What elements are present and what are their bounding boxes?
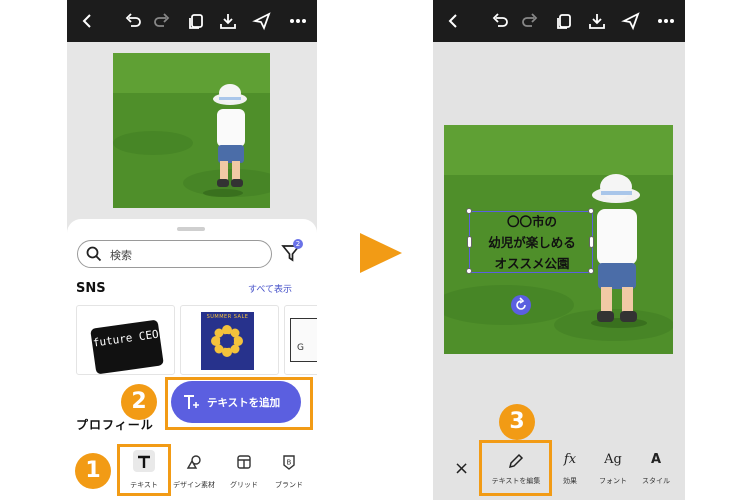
filter-count-badge: 2 bbox=[293, 239, 303, 249]
back-icon[interactable] bbox=[443, 10, 465, 32]
undo-icon[interactable] bbox=[489, 10, 511, 32]
sheet-drag-handle[interactable] bbox=[177, 227, 205, 231]
rotate-handle[interactable] bbox=[511, 295, 531, 315]
filter-button[interactable]: 2 bbox=[281, 239, 303, 263]
redo-icon[interactable] bbox=[151, 10, 173, 32]
brand-icon: B bbox=[281, 454, 297, 470]
download-icon[interactable] bbox=[586, 10, 608, 32]
search-icon bbox=[86, 246, 102, 262]
share-icon[interactable] bbox=[251, 10, 273, 32]
tab-label: デザイン素材 bbox=[173, 481, 215, 489]
redo-icon[interactable] bbox=[519, 10, 541, 32]
editor-toolbar bbox=[433, 0, 685, 42]
text-line: 幼児が楽しめる bbox=[488, 235, 576, 250]
template-card-partial[interactable]: G bbox=[284, 305, 317, 375]
tutorial-canvas: 検索 2 SNS すべて表示 future CEO SUMMER SALE G … bbox=[0, 0, 750, 500]
phone-screen-right: 〇〇市の 幼児が楽しめる オススメ公園 × テキストを編集 fx 効果 Ag フ… bbox=[433, 0, 685, 500]
resize-handle[interactable] bbox=[588, 268, 594, 274]
highlight-frame-add-text bbox=[165, 377, 313, 430]
more-icon[interactable] bbox=[655, 10, 677, 32]
template-card-summer-sale[interactable]: SUMMER SALE bbox=[180, 305, 279, 375]
tool-label: スタイル bbox=[642, 477, 670, 485]
step-badge-1: 1 bbox=[75, 453, 111, 489]
style-button[interactable]: A スタイル bbox=[631, 440, 681, 496]
pages-icon[interactable] bbox=[185, 10, 207, 32]
step-badge-2: 2 bbox=[121, 384, 157, 420]
selected-text-box[interactable]: 〇〇市の 幼児が楽しめる オススメ公園 bbox=[466, 208, 594, 274]
next-step-arrow-icon bbox=[360, 233, 402, 273]
rotate-icon bbox=[516, 297, 526, 310]
template-card-text: future CEO bbox=[90, 319, 164, 374]
tab-grid[interactable]: グリッド bbox=[219, 445, 269, 495]
section-title: SNS bbox=[76, 281, 106, 296]
tab-brand[interactable]: B ブランド bbox=[264, 445, 314, 495]
resize-handle[interactable] bbox=[588, 208, 594, 214]
highlight-frame-text-tab bbox=[117, 444, 171, 496]
grid-icon bbox=[236, 454, 252, 470]
close-icon[interactable]: × bbox=[454, 458, 469, 479]
side-resize-handle[interactable] bbox=[589, 236, 594, 248]
download-icon[interactable] bbox=[217, 10, 239, 32]
svg-text:B: B bbox=[287, 459, 292, 467]
tab-label: ブランド bbox=[275, 481, 303, 489]
back-icon[interactable] bbox=[77, 10, 99, 32]
summer-sale-poster: SUMMER SALE bbox=[201, 312, 254, 370]
text-edit-toolbar: × テキストを編集 fx 効果 Ag フォント A スタイル bbox=[433, 440, 685, 500]
tab-design-elements[interactable]: デザイン素材 bbox=[169, 445, 219, 495]
tab-label: グリッド bbox=[230, 481, 258, 489]
search-placeholder: 検索 bbox=[110, 249, 132, 262]
side-resize-handle[interactable] bbox=[467, 236, 472, 248]
editor-toolbar bbox=[67, 0, 317, 42]
shapes-icon bbox=[186, 454, 202, 470]
summer-sale-label: SUMMER SALE bbox=[206, 314, 249, 320]
see-all-link[interactable]: すべて表示 bbox=[248, 282, 292, 295]
step-badge-3: 3 bbox=[499, 404, 535, 440]
highlight-frame-edit-text bbox=[479, 440, 552, 496]
canvas-photo[interactable]: 〇〇市の 幼児が楽しめる オススメ公園 bbox=[444, 125, 673, 354]
resize-handle[interactable] bbox=[466, 268, 472, 274]
template-window-graphic: G bbox=[290, 318, 317, 362]
style-icon: A bbox=[650, 452, 662, 467]
pages-icon[interactable] bbox=[553, 10, 575, 32]
share-icon[interactable] bbox=[620, 10, 642, 32]
more-icon[interactable] bbox=[287, 10, 309, 32]
text-line: 〇〇市の bbox=[506, 214, 557, 229]
search-input[interactable]: 検索 bbox=[77, 240, 272, 268]
canvas-photo[interactable] bbox=[113, 53, 270, 208]
undo-icon[interactable] bbox=[122, 10, 144, 32]
text-line: オススメ公園 bbox=[494, 256, 570, 271]
resize-handle[interactable] bbox=[466, 208, 472, 214]
flower-icon bbox=[211, 325, 243, 357]
template-card-future-ceo[interactable]: future CEO bbox=[76, 305, 175, 375]
template-card-letter: G bbox=[297, 343, 304, 353]
